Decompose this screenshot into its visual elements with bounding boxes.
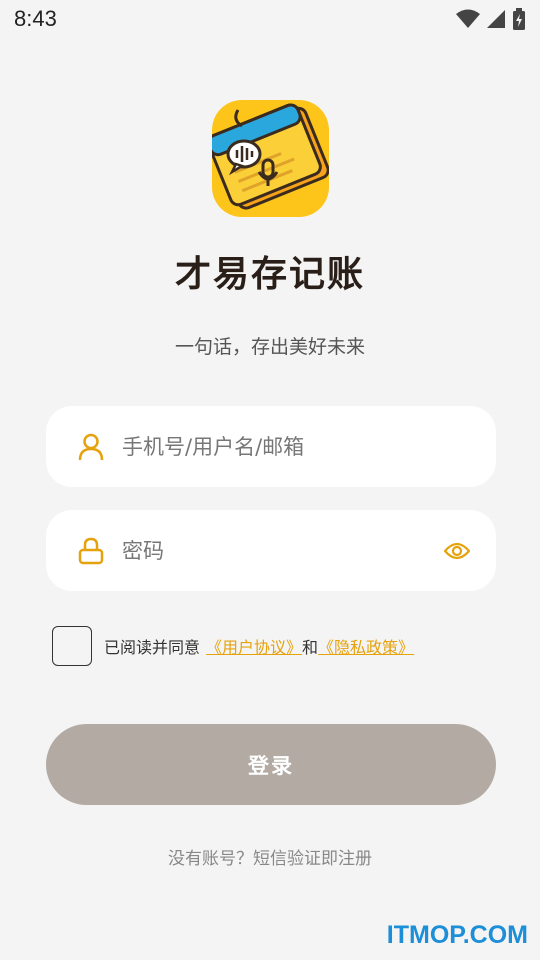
app-logo [212,100,329,217]
watermark: ITMOP.COM [386,921,528,949]
user-agreement-link[interactable]: 《用户协议》 [206,634,302,658]
user-icon [76,432,106,462]
agreement-checkbox[interactable] [52,626,92,666]
privacy-policy-link[interactable]: 《隐私政策》 [318,634,414,658]
password-input[interactable] [122,538,442,563]
eye-icon[interactable] [442,536,472,566]
signal-icon [487,10,505,28]
password-field[interactable] [46,510,496,591]
app-title: 才易存记账 [174,254,365,295]
username-field[interactable] [46,406,496,487]
lock-icon [76,536,106,566]
agreement-connector: 和 [302,638,319,657]
status-bar: 8:43 [0,0,540,38]
ledger-voice-icon [212,100,329,217]
app-slogan: 一句话，存出美好未来 [174,336,365,358]
agreement-prefix: 已阅读并同意 [104,638,201,657]
agreement-row: 已阅读并同意 《用户协议》 和 《隐私政策》 [52,626,414,666]
battery-icon [513,8,525,30]
status-time: 8:43 [14,6,57,31]
wifi-icon [456,9,480,28]
username-input[interactable] [122,434,472,459]
login-button[interactable]: 登录 [46,724,496,805]
status-icons [456,8,526,30]
register-link[interactable]: 没有账号？短信验证即注册 [0,844,540,869]
